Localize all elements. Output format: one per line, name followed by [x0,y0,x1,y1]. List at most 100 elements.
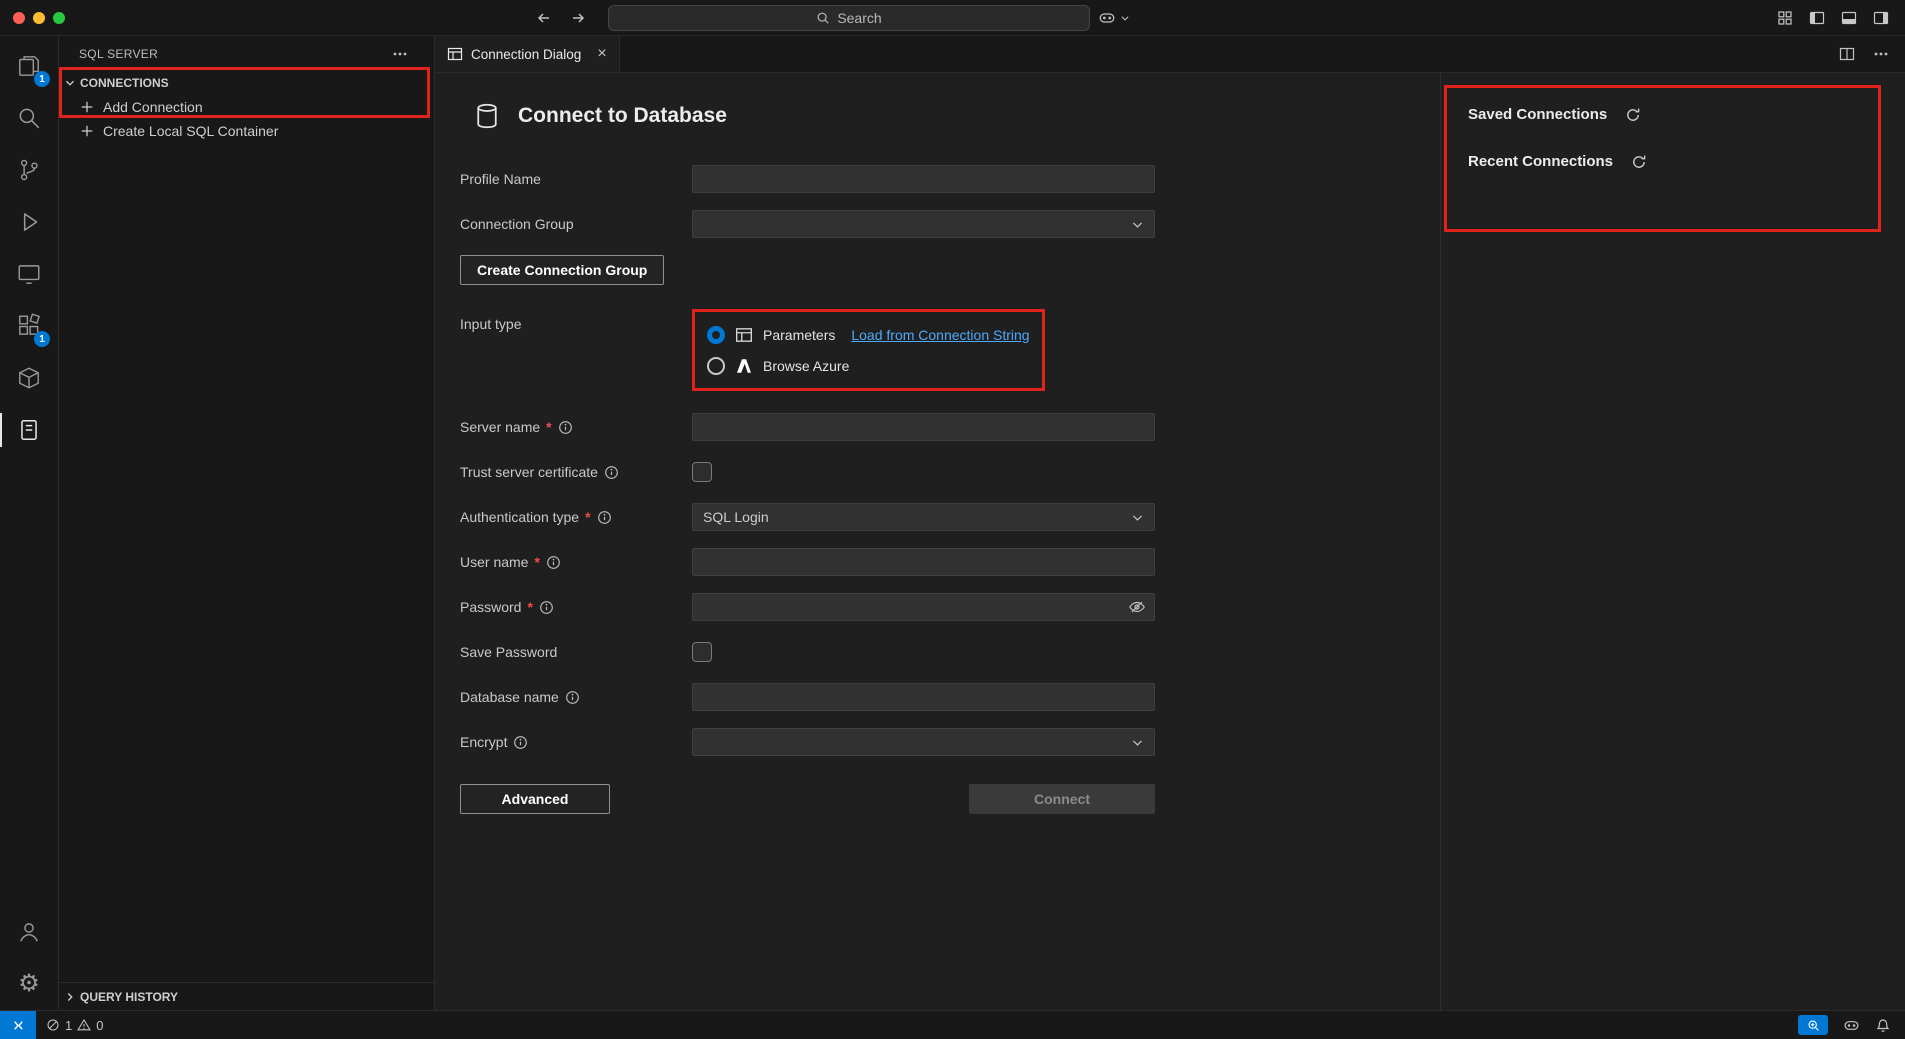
info-icon[interactable] [565,690,580,705]
command-center-search[interactable]: Search [608,5,1090,31]
chevron-down-icon [63,76,77,90]
azure-icon [735,357,753,375]
info-icon[interactable] [539,600,554,615]
user-name-input[interactable] [692,548,1155,576]
toggle-panel-icon[interactable] [1841,10,1857,26]
info-icon[interactable] [597,510,612,525]
required-asterisk: * [546,419,551,435]
forward-icon[interactable] [570,10,586,26]
copilot-menu[interactable] [1098,9,1130,27]
parameters-icon [735,326,753,344]
profile-name-input[interactable] [692,165,1155,193]
chevron-down-icon [1131,736,1144,749]
save-password-label: Save Password [460,644,692,660]
zoom-indicator[interactable] [1798,1015,1828,1035]
window-controls [13,12,65,24]
close-tab-icon[interactable]: × [597,46,606,62]
tab-connection-dialog[interactable]: Connection Dialog × [435,36,620,72]
activity-accounts[interactable] [0,906,58,958]
field-label-text: Profile Name [460,171,541,187]
info-icon[interactable] [513,735,528,750]
encrypt-select[interactable] [692,728,1155,756]
load-connection-string-link[interactable]: Load from Connection String [851,327,1029,343]
activity-search[interactable] [0,92,58,144]
more-actions-icon[interactable] [392,46,408,62]
database-name-input[interactable] [692,683,1155,711]
authentication-type-row: Authentication type * SQL Login [460,503,1155,531]
refresh-icon[interactable] [1625,107,1641,123]
parameters-radio[interactable] [707,326,725,344]
info-icon[interactable] [546,555,561,570]
explorer-badge: 1 [34,71,50,87]
copilot-icon[interactable] [1843,1017,1860,1034]
password-input[interactable] [692,593,1155,621]
toggle-sidebar-icon[interactable] [1809,10,1825,26]
save-password-checkbox[interactable] [692,642,712,662]
required-asterisk: * [585,509,590,525]
profile-name-row: Profile Name [460,165,1155,193]
history-navigation [536,10,586,26]
activity-source-control[interactable] [0,144,58,196]
create-local-sql-container-item[interactable]: Create Local SQL Container [59,119,434,143]
connection-group-select[interactable] [692,210,1155,238]
package-icon [16,365,42,391]
plus-icon [80,124,94,138]
connections-section-header[interactable]: CONNECTIONS [59,71,434,95]
page-title: Connect to Database [518,104,727,128]
create-connection-group-button[interactable]: Create Connection Group [460,255,664,285]
trust-server-certificate-checkbox[interactable] [692,462,712,482]
activity-remote-explorer[interactable] [0,248,58,300]
account-icon [16,919,42,945]
user-name-row: User name * [460,548,1155,576]
activity-explorer[interactable]: 1 [0,40,58,92]
remote-indicator[interactable] [0,1011,36,1039]
user-name-label: User name * [460,554,692,570]
query-history-section-header[interactable]: QUERY HISTORY [59,982,434,1010]
activity-sql-server[interactable] [0,404,58,456]
input-type-label: Input type [460,316,692,332]
eye-off-icon[interactable] [1128,598,1146,616]
browse-azure-radio[interactable] [707,357,725,375]
password-row: Password * [460,593,1155,621]
problems-indicator[interactable]: 1 0 [36,1018,113,1033]
server-name-input[interactable] [692,413,1155,441]
back-icon[interactable] [536,10,552,26]
encrypt-label: Encrypt [460,734,692,750]
activity-run-debug[interactable] [0,196,58,248]
activity-containers[interactable] [0,352,58,404]
editor-area: Connection Dialog × [435,36,1905,1010]
add-connection-label: Add Connection [103,99,203,115]
server-name-row: Server name * [460,413,1155,441]
database-name-label: Database name [460,689,692,705]
field-label-text: Save Password [460,644,557,660]
tab-label: Connection Dialog [471,47,581,62]
warning-count: 0 [96,1018,103,1033]
field-label-text: Database name [460,689,559,705]
annotation-rectangle-input-type: Parameters Load from Connection String [692,309,1045,391]
close-window-button[interactable] [13,12,25,24]
add-connection-item[interactable]: Add Connection [59,95,434,119]
field-label-text: Connection Group [460,216,574,232]
maximize-window-button[interactable] [53,12,65,24]
advanced-button[interactable]: Advanced [460,784,610,814]
copilot-icon [1098,9,1116,27]
activity-extensions[interactable]: 1 [0,300,58,352]
info-icon[interactable] [604,465,619,480]
more-actions-icon[interactable] [1873,46,1889,62]
required-asterisk: * [534,554,539,570]
refresh-icon[interactable] [1631,154,1647,170]
customize-layout-icon[interactable] [1777,10,1793,26]
browse-azure-label: Browse Azure [763,358,849,374]
tab-bar: Connection Dialog × [435,36,1905,73]
info-icon[interactable] [558,420,573,435]
split-editor-icon[interactable] [1839,46,1855,62]
connect-button[interactable]: Connect [969,784,1155,814]
toggle-secondary-sidebar-icon[interactable] [1873,10,1889,26]
activity-settings[interactable]: ⚙ [0,958,58,1010]
bell-icon[interactable] [1875,1017,1891,1033]
plus-icon [80,100,94,114]
minimize-window-button[interactable] [33,12,45,24]
run-debug-icon [16,209,42,235]
authentication-type-select[interactable]: SQL Login [692,503,1155,531]
search-icon [816,11,830,25]
